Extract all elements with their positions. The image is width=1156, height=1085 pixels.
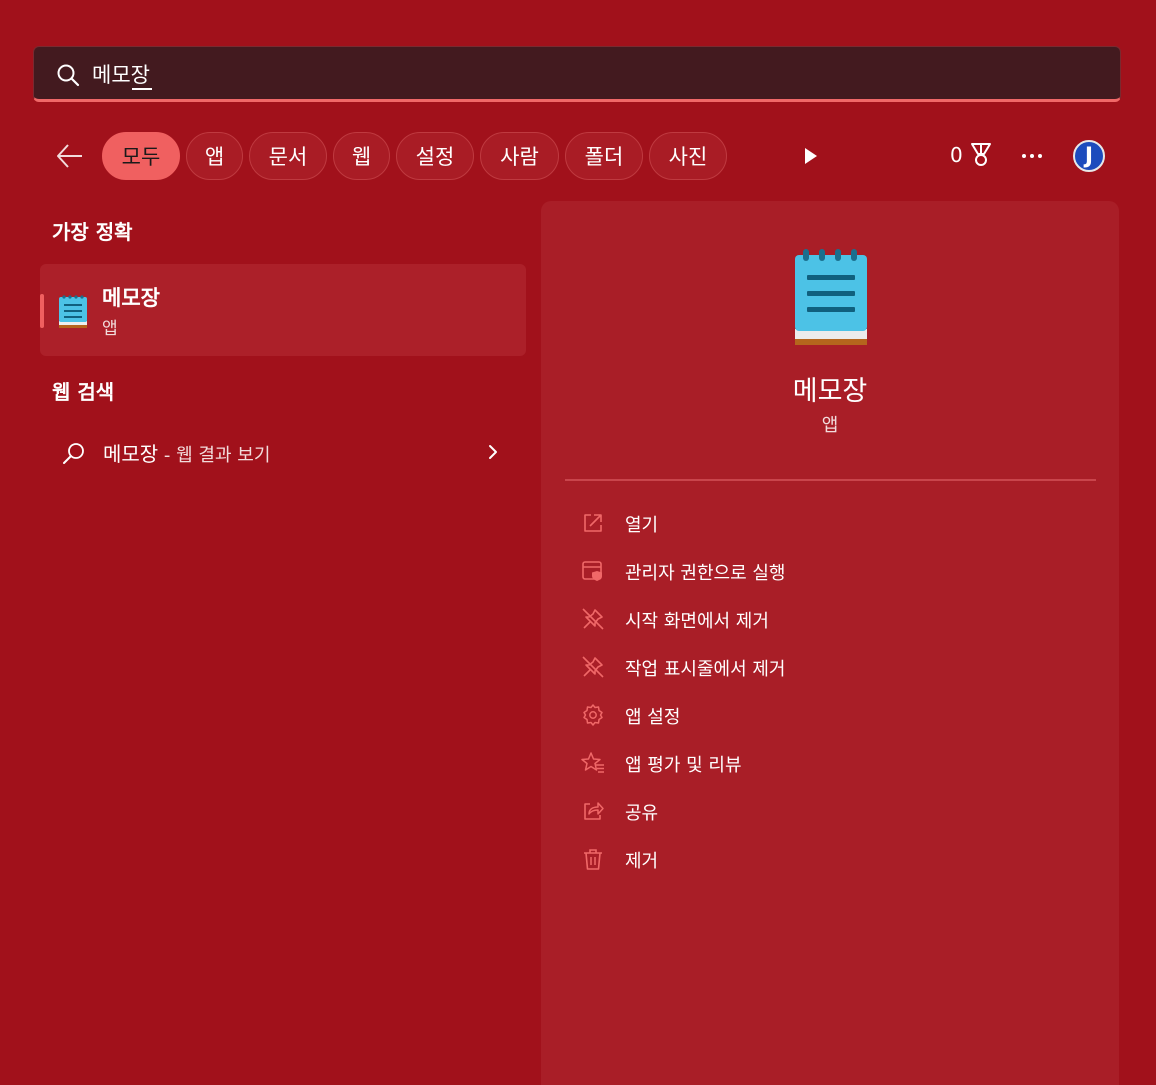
filter-chip-web[interactable]: 웹 xyxy=(333,132,390,180)
action-run-as-admin[interactable]: 관리자 권한으로 실행 xyxy=(581,551,1071,591)
action-unpin-taskbar[interactable]: 작업 표시줄에서 제거 xyxy=(581,647,1071,687)
filter-chip-photos[interactable]: 사진 xyxy=(649,132,727,180)
notepad-icon xyxy=(56,292,90,334)
best-match-result[interactable]: 메모장 앱 xyxy=(40,264,526,356)
filter-chip-people[interactable]: 사람 xyxy=(480,132,559,180)
web-search-suffix: - 웹 결과 보기 xyxy=(158,445,271,466)
action-label: 열기 xyxy=(625,515,659,536)
action-app-settings[interactable]: 앱 설정 xyxy=(581,695,1071,735)
search-icon xyxy=(62,442,86,470)
action-share[interactable]: 공유 xyxy=(581,791,1071,831)
filter-chip-all[interactable]: 모두 xyxy=(102,132,180,180)
notepad-icon xyxy=(793,247,869,351)
filter-chip-folders[interactable]: 폴더 xyxy=(565,132,643,180)
trash-icon xyxy=(581,847,605,871)
selection-indicator xyxy=(40,294,44,328)
filter-chip-documents[interactable]: 문서 xyxy=(249,132,327,180)
admin-shield-icon xyxy=(581,559,605,583)
arrow-left-icon xyxy=(57,144,82,168)
web-search-result[interactable]: 메모장 - 웹 결과 보기 xyxy=(52,432,522,472)
web-search-heading: 웹 검색 xyxy=(52,380,115,404)
detail-subtitle: 앱 xyxy=(821,415,839,436)
action-label: 관리자 권한으로 실행 xyxy=(625,563,786,584)
action-label: 공유 xyxy=(625,803,659,824)
more-options-button[interactable] xyxy=(1018,142,1046,170)
action-open[interactable]: 열기 xyxy=(581,503,1071,543)
back-button[interactable] xyxy=(52,138,88,174)
unpin-icon xyxy=(581,655,605,679)
unpin-icon xyxy=(581,607,605,631)
action-label: 작업 표시줄에서 제거 xyxy=(625,659,786,680)
chevron-right-icon xyxy=(484,443,502,465)
play-icon xyxy=(805,148,817,164)
ime-composition-underline xyxy=(132,88,152,90)
best-match-type: 앱 xyxy=(102,319,118,339)
medal-icon xyxy=(970,143,991,166)
action-label: 시작 화면에서 제거 xyxy=(625,611,769,632)
rate-review-icon xyxy=(581,751,605,775)
user-avatar[interactable]: J xyxy=(1073,140,1105,172)
filter-chip-apps[interactable]: 앱 xyxy=(186,132,243,180)
points-value: 0 xyxy=(950,143,963,167)
filter-chip-settings[interactable]: 설정 xyxy=(396,132,474,180)
ellipsis-icon xyxy=(1022,154,1042,158)
detail-title: 메모장 xyxy=(792,376,868,407)
detail-panel: 메모장 앱 열기 관리자 권한으로 실행 시작 화면에서 제거 작업 표시줄에서… xyxy=(541,201,1119,1085)
action-label: 앱 평가 및 리뷰 xyxy=(625,755,742,776)
action-unpin-start[interactable]: 시작 화면에서 제거 xyxy=(581,599,1071,639)
divider xyxy=(565,479,1096,481)
gear-icon xyxy=(581,703,605,727)
rewards-points[interactable]: 0 xyxy=(950,142,993,168)
search-input[interactable] xyxy=(92,59,992,89)
action-label: 앱 설정 xyxy=(625,707,681,728)
best-match-name: 메모장 xyxy=(102,286,160,310)
best-match-heading: 가장 정확 xyxy=(52,220,133,244)
search-box[interactable] xyxy=(33,46,1121,102)
action-uninstall[interactable]: 제거 xyxy=(581,839,1071,879)
share-icon xyxy=(581,799,605,823)
more-filters-button[interactable] xyxy=(796,142,824,170)
open-icon xyxy=(581,511,605,535)
action-rate-review[interactable]: 앱 평가 및 리뷰 xyxy=(581,743,1071,783)
web-search-query: 메모장 xyxy=(103,442,159,466)
action-label: 제거 xyxy=(625,851,659,872)
search-icon xyxy=(56,63,80,91)
